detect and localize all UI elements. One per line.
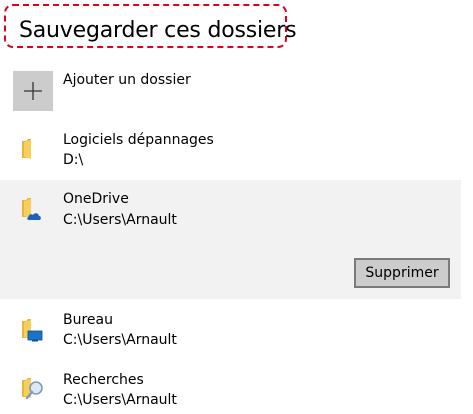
search-folder-icon [22,378,43,400]
title-highlight: Sauvegarder ces dossiers [4,4,297,48]
page-title: Sauvegarder ces dossiers [19,18,297,43]
onedrive-folder-icon [22,198,41,220]
remove-button[interactable]: Supprimer [354,258,450,288]
folder-path: C:\Users\Arnault [63,392,177,408]
plus-icon [24,82,42,100]
folder-item-onedrive[interactable]: OneDrive C:\Users\Arnault Supprimer [0,180,461,299]
folder-name: OneDrive [63,191,129,207]
add-folder-button[interactable] [13,71,53,111]
backup-folders-page: Sauvegarder ces dossiers Ajouter un doss… [0,0,473,414]
folder-name: Logiciels dépannages [63,132,214,148]
folder-icon [22,139,31,159]
add-folder-label: Ajouter un dossier [63,72,191,88]
folder-item-bureau[interactable]: Bureau C:\Users\Arnault [0,302,461,356]
folder-name: Recherches [63,372,144,388]
folder-item-logiciels[interactable]: Logiciels dépannages D:\ [0,122,461,176]
folder-name: Bureau [63,312,113,328]
folder-item-recherches[interactable]: Recherches C:\Users\Arnault [0,362,461,414]
folder-path: C:\Users\Arnault [63,332,177,348]
folder-path: D:\ [63,152,84,168]
folder-path: C:\Users\Arnault [63,212,177,228]
desktop-folder-icon [22,319,43,342]
add-folder-row[interactable]: Ajouter un dossier [0,62,473,114]
